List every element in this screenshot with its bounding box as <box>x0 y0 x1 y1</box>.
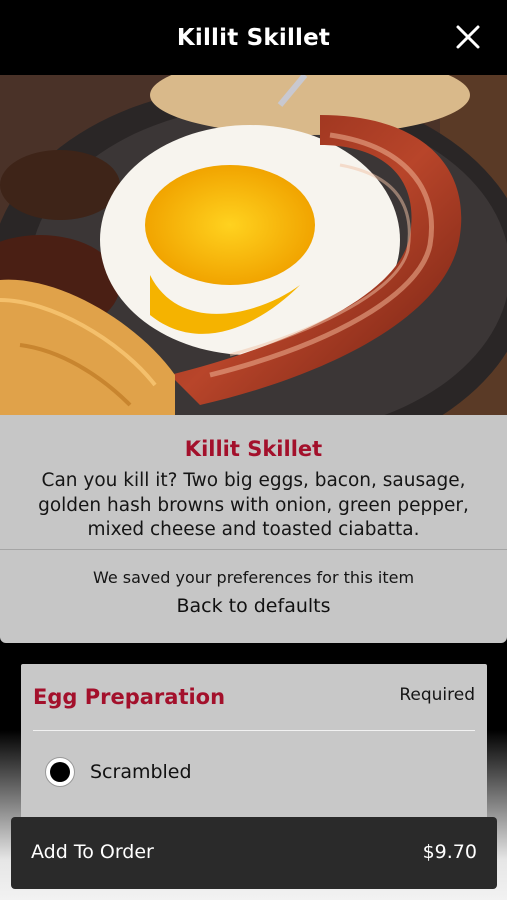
add-to-order-label: Add To Order <box>31 841 154 863</box>
back-to-defaults-button[interactable]: Back to defaults <box>0 595 507 617</box>
divider <box>33 730 475 731</box>
modifier-group-title: Egg Preparation <box>33 685 226 709</box>
item-name: Killit Skillet <box>184 437 323 461</box>
radio-button[interactable] <box>45 757 75 787</box>
item-photo <box>0 75 507 415</box>
item-description: Can you kill it? Two big eggs, bacon, sa… <box>38 470 469 540</box>
divider <box>0 549 507 550</box>
page-title: Killit Skillet <box>176 24 331 51</box>
add-to-order-button[interactable]: Add To Order $9.70 <box>11 817 497 889</box>
saved-preferences-message: We saved your preferences for this item <box>92 568 415 587</box>
order-price: $9.70 <box>422 841 477 863</box>
option-scrambled[interactable]: Scrambled <box>45 757 192 787</box>
option-label: Scrambled <box>90 761 192 783</box>
top-bar: Killit Skillet <box>0 0 507 75</box>
item-info-panel: Killit Skillet Can you kill it? Two big … <box>0 415 507 643</box>
required-badge: Required <box>399 685 475 705</box>
radio-selected-dot <box>50 762 70 782</box>
close-button[interactable] <box>453 22 483 52</box>
close-icon <box>456 25 480 49</box>
